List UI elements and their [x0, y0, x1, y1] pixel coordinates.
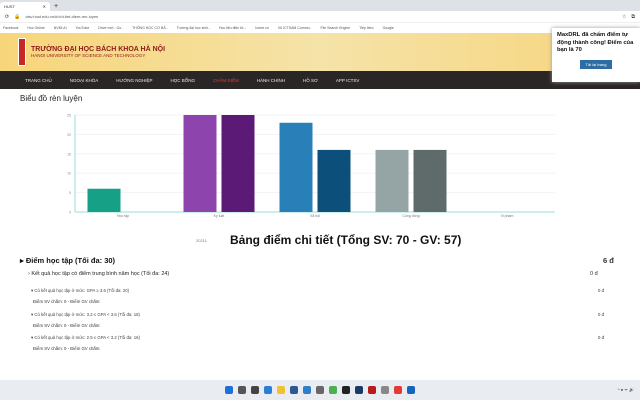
bookmark-item[interactable]: Google [383, 26, 394, 30]
nav-item[interactable]: HỒ SƠ [303, 78, 318, 83]
url-input[interactable]: ctsv.hust.edu.vn/#/chi-tiet-diem-ren-luy… [25, 14, 617, 19]
search-icon[interactable] [238, 386, 246, 394]
section-label: Điểm học tập (Tối đa: 30) [25, 256, 116, 265]
system-tray[interactable]: ^ ● ᯤ 🔊 [618, 387, 634, 393]
bookmark-item[interactable]: File Search Engine [321, 26, 351, 30]
nav-item[interactable]: HỌC BỔNG [170, 78, 195, 83]
notification-popup: MaxDRL đã chấm điểm tự động thành công! … [552, 28, 640, 82]
bar-gv [317, 149, 351, 212]
nav-item[interactable]: CHẤM ĐIỂM [213, 78, 239, 83]
university-name: TRƯỜNG ĐẠI HỌC BÁCH KHOA HÀ NỘI [31, 46, 166, 53]
close-icon[interactable]: ✕ [43, 4, 46, 9]
section-value: 6 đ [603, 256, 614, 265]
detail-title: Bảng điểm chi tiết (Tổng SV: 70 - GV: 57… [230, 233, 462, 247]
university-logo [18, 38, 26, 66]
nav-item[interactable]: APP ICTSV [336, 78, 359, 83]
bar-sv [87, 188, 121, 212]
subsection-value: 0 đ [590, 271, 598, 277]
bookmark-item[interactable]: Học liệu điện tử... [219, 26, 246, 30]
subsection-label: Kết quả học tập có điểm trung bình năm h… [31, 271, 170, 277]
reload-icon[interactable]: ⟳ [5, 14, 9, 20]
y-tick-label: 0 [69, 211, 71, 215]
x-tick-label: Kỷ luật [214, 214, 225, 218]
bar-sv [375, 149, 409, 212]
bookmark-item[interactable]: Vũ ICTSAM Commu.. [278, 26, 312, 30]
y-tick-label: 5 [69, 191, 71, 195]
criteria-scores: Điểm SV chấm: 0 - Điểm GV chấm: [33, 322, 101, 328]
taskbar: ^ ● ᯤ 🔊 [0, 380, 640, 400]
bookmark-item[interactable]: Trường đại học sinh.. [177, 26, 210, 30]
bookmark-item[interactable]: YouTube [76, 26, 90, 30]
bookmark-item[interactable]: Facebook [3, 26, 18, 30]
criteria-label: Có kết quả học tập ở mức: 2.5 ≤ GPA < 3.… [34, 335, 140, 340]
criteria-label: Có kết quả học tập ở mức: GPA ≥ 3.6 (Tối… [34, 288, 130, 293]
nav-item[interactable]: NGOẠI KHÓA [70, 78, 99, 83]
y-tick-label: 25 [67, 114, 71, 118]
tab-bar: HUST ✕ + [0, 0, 640, 11]
bar-gv [221, 115, 255, 212]
bar-gv [413, 149, 447, 212]
university-name-en: HANOI UNIVERSITY OF SCIENCE AND TECHNOLO… [31, 53, 146, 58]
y-tick-label: 15 [67, 152, 71, 156]
bookmark-item[interactable]: Học Online [27, 26, 44, 30]
nav-item[interactable]: HƯỚNG NGHIỆP [116, 78, 152, 83]
star-icon[interactable]: ☆ [622, 14, 626, 20]
x-tick-label: Học tập [117, 214, 129, 218]
semester-select[interactable]: 20211 [196, 238, 207, 243]
bookmark-item[interactable]: NVIM AI [54, 26, 67, 30]
site-header: TRƯỜNG ĐẠI HỌC BÁCH KHOA HÀ NỘI HANOI UNI… [0, 33, 640, 71]
criteria-label: Có kết quả học tập ở mức: 3.2 ≤ GPA < 3.… [34, 311, 140, 317]
nav-item[interactable]: HÀNH CHÍNH [257, 78, 285, 83]
y-tick-label: 20 [67, 133, 71, 137]
criteria-value: 0 đ [598, 288, 604, 293]
criteria-value: 0 đ [598, 311, 604, 317]
training-score-chart: 0 5 10 15 20 25 Học tập Kỷ luật Xã hội Cộng đồng V… [67, 114, 555, 218]
bar-sv [183, 115, 217, 212]
nav-item[interactable]: TRANG CHỦ [25, 78, 52, 83]
extensions-icon[interactable]: ⧉ [631, 14, 635, 20]
browser-tab[interactable]: HUST ✕ [0, 2, 50, 11]
main-nav: TRANG CHỦ NGOẠI KHÓA HƯỚNG NGHIỆP HỌC BỔNG C… [0, 71, 640, 89]
lock-icon: 🔒 [14, 13, 21, 20]
criteria-scores: Điểm SV chấm: 0 - Điểm GV chấm: [33, 299, 101, 304]
x-tick-label: Vi phạm [501, 214, 514, 218]
address-bar: ⟳ 🔒 ctsv.hust.edu.vn/#/chi-tiet-diem-ren… [0, 11, 640, 23]
bookmark-item[interactable]: THÔNG HỌC CƠ BẢ.. [132, 26, 167, 30]
bookmark-item[interactable]: Tiếp theo [359, 26, 373, 30]
windows-start-icon[interactable] [225, 386, 233, 394]
chart-title: Biểu đồ rèn luyện [20, 94, 83, 103]
reload-page-button[interactable]: Tải lại trang [579, 59, 613, 69]
popup-message: MaxDRL đã chấm điểm tự động thành công! … [557, 32, 634, 53]
bar-sv [279, 122, 313, 212]
criteria-value: 0 đ [598, 335, 604, 340]
bookmark-item[interactable]: Drive mới - Go.. [98, 26, 123, 30]
x-tick-label: Cộng đồng [402, 214, 419, 218]
x-tick-label: Xã hội [310, 214, 320, 218]
criteria-scores: Điểm SV chấm: 0 - Điểm GV chấm: [33, 346, 101, 351]
bookmark-item[interactable]: home.vn [255, 26, 268, 30]
y-tick-label: 10 [67, 172, 71, 176]
bookmarks-bar: Facebook Học Online NVIM AI YouTube Drive mớ… [0, 23, 640, 33]
new-tab-icon[interactable]: + [54, 2, 58, 11]
